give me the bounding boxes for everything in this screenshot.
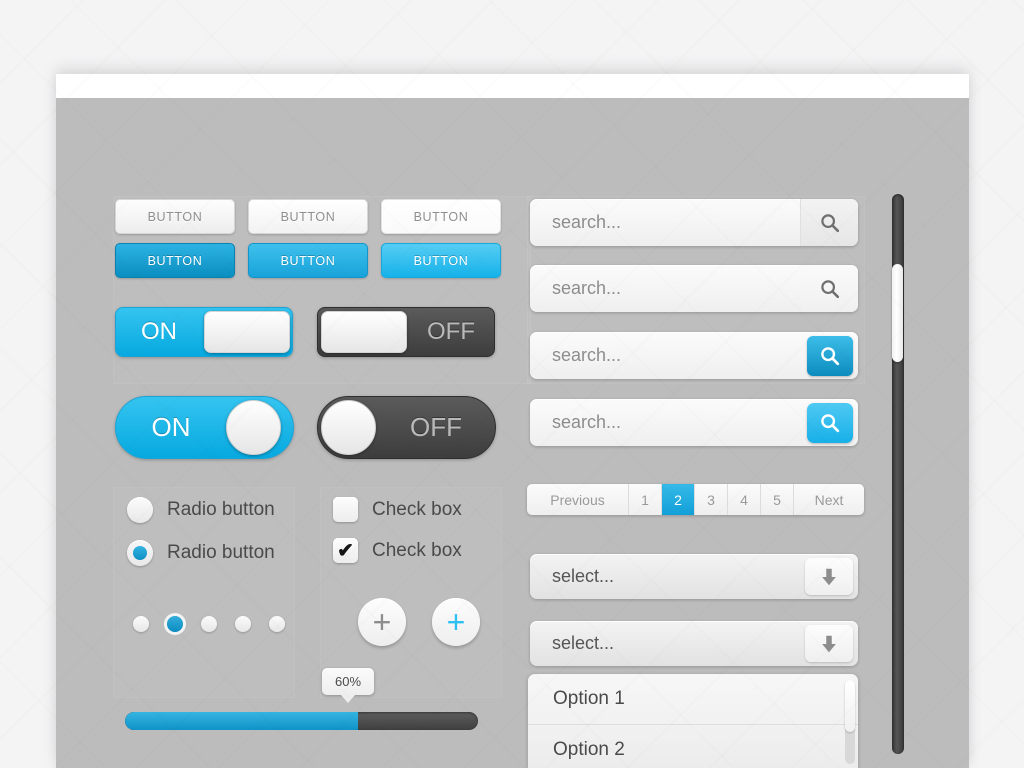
checkbox-icon[interactable] — [333, 497, 358, 522]
toggle-knob[interactable] — [204, 311, 290, 353]
button-blue-1[interactable]: BUTTON — [115, 243, 235, 278]
search-input[interactable]: search... — [530, 212, 800, 233]
pagination-next[interactable]: Next — [794, 484, 864, 515]
search-button[interactable] — [807, 335, 853, 376]
search-button[interactable] — [807, 402, 853, 443]
pagination-page-label: 4 — [740, 491, 748, 508]
search-field-4[interactable]: search... — [530, 399, 858, 446]
select-dropdown-button[interactable] — [805, 558, 853, 595]
search-input[interactable]: search... — [530, 345, 807, 366]
pagination-page-4[interactable]: 4 — [728, 484, 761, 515]
toggle-label-on: ON — [141, 318, 177, 345]
arrow-down-icon — [822, 568, 836, 585]
checkbox-label: Check box — [372, 498, 462, 520]
pagination-page-2-active[interactable]: 2 — [662, 484, 695, 515]
button-label: BUTTON — [147, 253, 203, 268]
button-label: BUTTON — [413, 209, 469, 224]
arrow-down-icon — [822, 635, 836, 652]
button-light-3[interactable]: BUTTON — [381, 199, 501, 234]
dot-indicator[interactable] — [201, 616, 217, 632]
toggle-square-off[interactable]: OFF — [317, 307, 495, 357]
toggle-pill-off[interactable]: OFF — [317, 396, 496, 459]
select-value: select... — [552, 566, 615, 586]
button-label: BUTTON — [413, 253, 469, 268]
search-button[interactable] — [800, 199, 858, 246]
search-icon — [821, 413, 840, 432]
pagination-previous-label: Previous — [550, 491, 605, 508]
toggle-knob[interactable] — [321, 311, 407, 353]
pagination-page-label: 3 — [707, 491, 715, 508]
toggle-label-on: ON — [151, 412, 191, 442]
toggle-knob[interactable] — [321, 400, 376, 455]
button-label: BUTTON — [280, 209, 336, 224]
radio-label: Radio button — [167, 542, 275, 563]
search-field-2[interactable]: search... — [530, 265, 858, 312]
search-icon — [820, 279, 839, 298]
toggle-pill-on[interactable]: ON — [115, 396, 294, 459]
dropdown-option[interactable]: Option 1 — [528, 674, 858, 725]
check-mark-icon: ✔ — [337, 539, 354, 562]
button-label: BUTTON — [147, 209, 203, 224]
dot-pager[interactable] — [133, 616, 285, 632]
add-button-gray[interactable]: + — [358, 598, 406, 646]
pagination-page-5[interactable]: 5 — [761, 484, 794, 515]
progress-tooltip: 60% — [322, 668, 375, 703]
pagination[interactable]: Previous 1 2 3 4 5 Next — [527, 484, 864, 515]
panel-top-strip — [56, 85, 969, 98]
checkbox-icon-checked[interactable]: ✔ — [333, 538, 358, 563]
progress-fill — [125, 712, 358, 730]
button-label: BUTTON — [280, 253, 336, 268]
button-blue-3[interactable]: BUTTON — [381, 243, 501, 278]
pagination-page-label: 5 — [773, 491, 781, 508]
search-icon — [821, 346, 840, 365]
select-field-1[interactable]: select... — [530, 554, 858, 599]
dropdown-option-list[interactable]: Option 1 Option 2 — [528, 674, 858, 768]
search-input[interactable]: search... — [530, 278, 801, 299]
plus-icon: + — [372, 604, 392, 640]
select-dropdown-button[interactable] — [805, 625, 853, 662]
pagination-previous[interactable]: Previous — [527, 484, 629, 515]
checkbox-row-2[interactable]: ✔ Check box — [333, 538, 462, 563]
vertical-scrollbar-thumb[interactable] — [892, 264, 903, 362]
search-field-1[interactable]: search... — [530, 199, 858, 246]
dot-indicator-active[interactable] — [167, 616, 183, 632]
dot-indicator[interactable] — [235, 616, 251, 632]
search-button[interactable] — [801, 265, 858, 312]
pagination-page-1[interactable]: 1 — [629, 484, 662, 515]
button-light-1[interactable]: BUTTON — [115, 199, 235, 234]
pagination-page-label: 1 — [641, 491, 649, 508]
radio-row-2[interactable]: Radio button — [127, 540, 275, 566]
toggle-label-off: OFF — [427, 318, 475, 345]
dot-indicator[interactable] — [133, 616, 149, 632]
dropdown-option[interactable]: Option 2 — [528, 725, 858, 768]
pagination-next-label: Next — [814, 491, 844, 508]
progress-value-label: 60% — [335, 674, 362, 689]
select-field-2[interactable]: select... — [530, 621, 858, 666]
button-blue-2[interactable]: BUTTON — [248, 243, 368, 278]
checkbox-label: Check box — [372, 539, 462, 561]
toggle-knob[interactable] — [226, 400, 281, 455]
radio-icon-selected[interactable] — [127, 540, 153, 566]
plus-icon: + — [446, 604, 466, 640]
checkbox-row-1[interactable]: Check box — [333, 497, 462, 522]
radio-icon[interactable] — [127, 497, 153, 523]
select-value: select... — [552, 633, 615, 653]
add-button-blue[interactable]: + — [432, 598, 480, 646]
search-input[interactable]: search... — [530, 412, 807, 433]
dot-indicator[interactable] — [269, 616, 285, 632]
toggle-square-on[interactable]: ON — [115, 307, 293, 357]
pagination-page-label: 2 — [674, 491, 682, 508]
search-icon — [820, 213, 839, 232]
search-field-3[interactable]: search... — [530, 332, 858, 379]
toggle-label-off: OFF — [410, 412, 462, 442]
progress-bar[interactable] — [125, 712, 478, 730]
radio-label: Radio button — [167, 499, 275, 520]
dropdown-scrollbar-thumb[interactable] — [845, 680, 855, 732]
pagination-page-3[interactable]: 3 — [695, 484, 728, 515]
button-light-2[interactable]: BUTTON — [248, 199, 368, 234]
radio-row-1[interactable]: Radio button — [127, 497, 275, 523]
